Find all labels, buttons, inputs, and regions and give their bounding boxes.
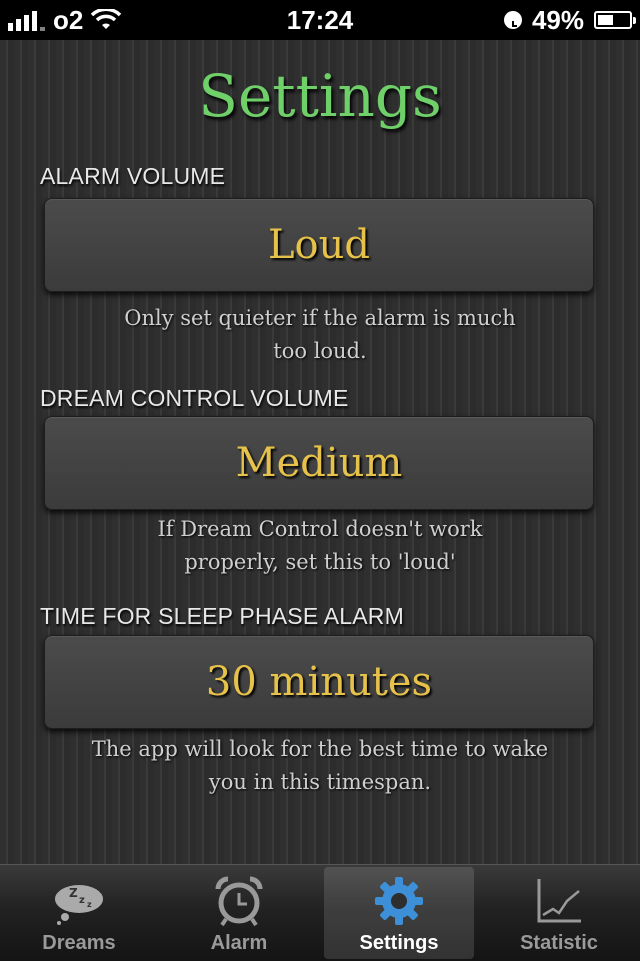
- alarm-volume-label: ALARM VOLUME: [40, 163, 226, 189]
- gear-icon: [371, 875, 427, 927]
- tab-statistic[interactable]: Statistic: [484, 867, 634, 959]
- sleep-phase-time-label: TIME FOR SLEEP PHASE ALARM: [40, 603, 404, 629]
- tab-label: Alarm: [210, 932, 268, 954]
- battery-percent: 49%: [531, 4, 584, 35]
- hint-line: you in this timespan.: [208, 770, 432, 794]
- hint-line: Only set quieter if the alarm is much: [124, 306, 516, 330]
- tab-alarm[interactable]: Alarm: [164, 867, 314, 959]
- sleep-phase-time-button[interactable]: 30 minutes: [44, 635, 594, 729]
- hint-line: properly, set this to 'loud': [184, 550, 456, 574]
- alarm-volume-button[interactable]: Loud: [44, 198, 594, 292]
- tab-label: Dreams: [42, 932, 116, 954]
- dream-control-volume-hint: If Dream Control doesn't work properly, …: [80, 513, 560, 579]
- dream-control-volume-value: Medium: [235, 440, 403, 486]
- alarm-volume-hint: Only set quieter if the alarm is much to…: [80, 302, 560, 368]
- hint-line: If Dream Control doesn't work: [157, 517, 483, 541]
- svg-text:Z: Z: [69, 886, 78, 900]
- alarm-clock-icon: [211, 875, 267, 927]
- line-chart-icon: [531, 875, 587, 927]
- dream-control-volume-label: DREAM CONTROL VOLUME: [40, 385, 349, 411]
- sleep-phase-time-hint: The app will look for the best time to w…: [60, 733, 580, 799]
- svg-text:z: z: [79, 895, 85, 906]
- hint-line: The app will look for the best time to w…: [91, 737, 549, 761]
- dream-control-volume-button[interactable]: Medium: [44, 416, 594, 510]
- sleep-phase-time-value: 30 minutes: [205, 659, 433, 705]
- tab-label: Settings: [359, 932, 439, 954]
- hint-line: too loud.: [273, 339, 367, 363]
- status-bar: o2 17:24 49%: [0, 0, 640, 40]
- tab-settings[interactable]: Settings: [324, 867, 474, 959]
- alarm-volume-value: Loud: [267, 222, 370, 268]
- svg-text:z: z: [87, 900, 92, 909]
- tab-label: Statistic: [520, 932, 598, 954]
- page-title: Settings: [198, 62, 442, 130]
- sleep-cloud-icon: Z z z: [51, 875, 107, 927]
- battery-icon: [594, 11, 636, 29]
- tab-dreams[interactable]: Z z z Dreams: [4, 867, 154, 959]
- tab-bar: Z z z Dreams Alarm Settings Statistic: [0, 864, 640, 961]
- alarm-clock-status-icon: [503, 11, 522, 29]
